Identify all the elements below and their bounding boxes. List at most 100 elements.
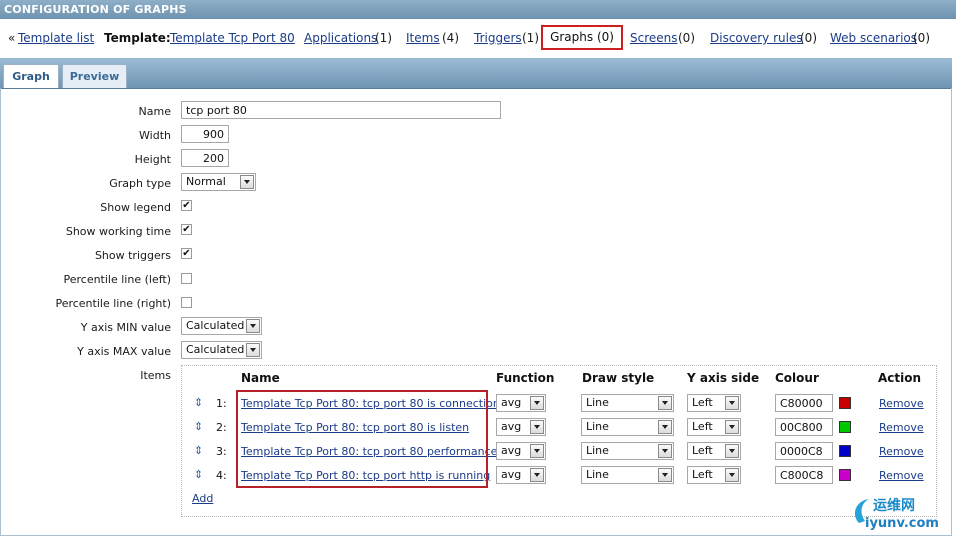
chevron-down-icon bbox=[658, 420, 672, 434]
discovery-rules-link[interactable]: Discovery rules bbox=[710, 24, 803, 52]
colour-input[interactable] bbox=[775, 394, 833, 412]
template-label: Template: bbox=[104, 31, 171, 45]
colour-swatch[interactable] bbox=[839, 421, 851, 433]
drag-handle-icon[interactable]: ⇕ bbox=[194, 469, 203, 480]
drag-handle-icon[interactable]: ⇕ bbox=[194, 421, 203, 432]
y-axis-min-value: Calculated bbox=[186, 319, 245, 332]
chevron-down-icon bbox=[725, 396, 739, 410]
y-axis-side-select[interactable]: Left bbox=[687, 442, 741, 460]
chevron-down-icon bbox=[530, 420, 544, 434]
y-axis-min-select[interactable]: Calculated bbox=[181, 317, 262, 335]
triggers-count: (1) bbox=[522, 31, 539, 45]
web-scenarios-link[interactable]: Web scenarios bbox=[830, 24, 917, 52]
show-legend-checkbox[interactable]: ✔ bbox=[181, 200, 192, 211]
template-list-link[interactable]: Template list bbox=[18, 24, 94, 52]
applications-link[interactable]: Applications bbox=[304, 24, 377, 52]
drag-handle-icon[interactable]: ⇕ bbox=[194, 397, 203, 408]
chevron-down-icon bbox=[530, 396, 544, 410]
row-number: 3: bbox=[216, 445, 227, 458]
web-count: (0) bbox=[913, 31, 930, 45]
width-label: Width bbox=[139, 129, 171, 142]
percentile-left-label: Percentile line (left) bbox=[63, 273, 171, 286]
function-value: avg bbox=[501, 468, 522, 481]
y-axis-side-select[interactable]: Left bbox=[687, 418, 741, 436]
width-input[interactable] bbox=[181, 125, 229, 143]
draw-style-select[interactable]: Line bbox=[581, 394, 674, 412]
function-value: avg bbox=[501, 420, 522, 433]
colour-swatch[interactable] bbox=[839, 445, 851, 457]
tab-preview[interactable]: Preview bbox=[62, 64, 127, 88]
chevron-down-icon bbox=[530, 444, 544, 458]
col-header-action: Action bbox=[878, 371, 922, 385]
name-input[interactable] bbox=[181, 101, 501, 119]
chevron-down-icon bbox=[725, 420, 739, 434]
chevron-down-icon bbox=[725, 468, 739, 482]
draw-style-select[interactable]: Line bbox=[581, 442, 674, 460]
col-header-function: Function bbox=[496, 371, 555, 385]
show-working-time-checkbox[interactable]: ✔ bbox=[181, 224, 192, 235]
draw-style-value: Line bbox=[586, 444, 609, 457]
chevron-down-icon bbox=[240, 175, 254, 189]
graph-type-value: Normal bbox=[186, 175, 226, 188]
colour-input[interactable] bbox=[775, 466, 833, 484]
name-label: Name bbox=[138, 105, 171, 118]
function-value: avg bbox=[501, 396, 522, 409]
discovery-count: (0) bbox=[800, 31, 817, 45]
graph-type-label: Graph type bbox=[109, 177, 171, 190]
screens-link[interactable]: Screens bbox=[630, 24, 678, 52]
y-axis-side-value: Left bbox=[692, 468, 713, 481]
drag-handle-icon[interactable]: ⇕ bbox=[194, 445, 203, 456]
remove-link[interactable]: Remove bbox=[879, 421, 924, 434]
remove-link[interactable]: Remove bbox=[879, 397, 924, 410]
page-title: CONFIGURATION OF GRAPHS bbox=[0, 0, 956, 19]
y-axis-side-select[interactable]: Left bbox=[687, 466, 741, 484]
draw-style-value: Line bbox=[586, 420, 609, 433]
percentile-right-checkbox[interactable] bbox=[181, 297, 192, 308]
height-input[interactable] bbox=[181, 149, 229, 167]
colour-input[interactable] bbox=[775, 418, 833, 436]
template-name-link[interactable]: Template Tcp Port 80 bbox=[170, 24, 295, 52]
row-number: 2: bbox=[216, 421, 227, 434]
percentile-right-label: Percentile line (right) bbox=[55, 297, 171, 310]
row-number: 4: bbox=[216, 469, 227, 482]
form-tabs: Graph Preview bbox=[0, 58, 952, 89]
graph-type-select[interactable]: Normal bbox=[181, 173, 256, 191]
draw-style-select[interactable]: Line bbox=[581, 466, 674, 484]
y-axis-side-value: Left bbox=[692, 444, 713, 457]
function-select[interactable]: avg bbox=[496, 418, 546, 436]
draw-style-value: Line bbox=[586, 396, 609, 409]
items-link[interactable]: Items bbox=[406, 24, 440, 52]
watermark-logo: 运维网 iyunv.com bbox=[854, 497, 939, 531]
function-select[interactable]: avg bbox=[496, 394, 546, 412]
tab-graph[interactable]: Graph bbox=[3, 64, 59, 88]
remove-link[interactable]: Remove bbox=[879, 469, 924, 482]
y-axis-max-select[interactable]: Calculated bbox=[181, 341, 262, 359]
function-select[interactable]: avg bbox=[496, 466, 546, 484]
show-triggers-label: Show triggers bbox=[94, 249, 171, 262]
colour-swatch[interactable] bbox=[839, 397, 851, 409]
colour-input[interactable] bbox=[775, 442, 833, 460]
chevron-down-icon bbox=[725, 444, 739, 458]
chevron-down-icon bbox=[246, 343, 260, 357]
colour-swatch[interactable] bbox=[839, 469, 851, 481]
chevron-down-icon bbox=[658, 444, 672, 458]
show-working-time-label: Show working time bbox=[65, 225, 171, 238]
percentile-left-checkbox[interactable] bbox=[181, 273, 192, 284]
remove-link[interactable]: Remove bbox=[879, 445, 924, 458]
applications-count: (1) bbox=[375, 31, 392, 45]
y-axis-side-select[interactable]: Left bbox=[687, 394, 741, 412]
function-value: avg bbox=[501, 444, 522, 457]
draw-style-value: Line bbox=[586, 468, 609, 481]
y-axis-side-value: Left bbox=[692, 396, 713, 409]
add-item-link[interactable]: Add bbox=[192, 492, 213, 505]
item-names-highlight bbox=[236, 390, 488, 488]
show-legend-label: Show legend bbox=[100, 201, 171, 214]
triggers-link[interactable]: Triggers bbox=[474, 24, 522, 52]
col-header-y-axis-side: Y axis side bbox=[687, 371, 760, 385]
draw-style-select[interactable]: Line bbox=[581, 418, 674, 436]
show-triggers-checkbox[interactable]: ✔ bbox=[181, 248, 192, 259]
col-header-colour: Colour bbox=[775, 371, 819, 385]
col-header-name: Name bbox=[241, 371, 280, 385]
graphs-tab-highlight[interactable]: Graphs (0) bbox=[541, 25, 623, 50]
function-select[interactable]: avg bbox=[496, 442, 546, 460]
